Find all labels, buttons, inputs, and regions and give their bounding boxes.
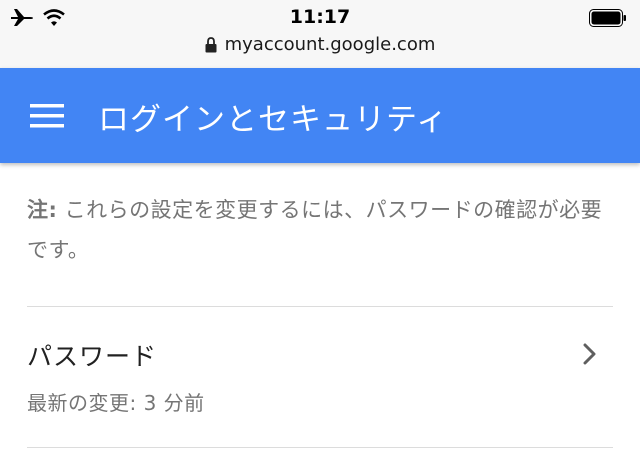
- app-bar: ログインとセキュリティ: [0, 68, 640, 163]
- hamburger-menu-icon[interactable]: [30, 103, 64, 129]
- lock-icon: [205, 36, 217, 52]
- password-item-last-changed: 最新の変更: 3 分前: [27, 391, 205, 415]
- url-text[interactable]: myaccount.google.com: [225, 34, 436, 55]
- status-bar: 11:17: [0, 0, 640, 34]
- chevron-right-icon: [583, 343, 596, 365]
- password-setting-item[interactable]: パスワード 最新の変更: 3 分前: [0, 307, 640, 447]
- password-item-title: パスワード: [27, 342, 158, 371]
- address-bar[interactable]: myaccount.google.com: [0, 34, 640, 64]
- page-title: ログインとセキュリティ: [98, 102, 449, 138]
- battery-icon: [589, 9, 626, 27]
- browser-chrome: 11:17 myaccount.google.com: [0, 0, 640, 68]
- divider: [27, 447, 613, 448]
- note-text: これらの設定を変更するには、パスワードの確認が必要です。: [27, 198, 603, 262]
- status-time: 11:17: [289, 6, 351, 28]
- info-note: 注: これらの設定を変更するには、パスワードの確認が必要です。: [27, 190, 617, 270]
- note-label: 注:: [27, 198, 58, 222]
